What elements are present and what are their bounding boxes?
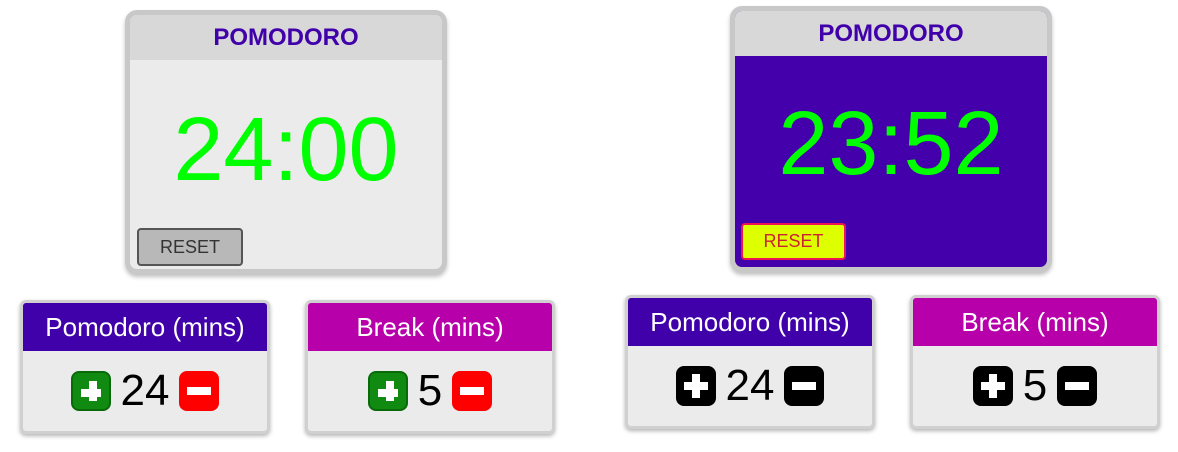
break-length-panel: Break (mins) 5	[910, 295, 1160, 429]
timer-display: 23:52	[778, 94, 1004, 194]
pomodoro-length-panel: Pomodoro (mins) 24	[625, 295, 875, 429]
timer-title: POMODORO	[130, 15, 442, 60]
minus-icon[interactable]	[784, 366, 825, 406]
break-length-panel: Break (mins) 5	[305, 300, 555, 434]
reset-button[interactable]: RESET	[137, 228, 243, 266]
plus-icon[interactable]	[367, 371, 408, 411]
break-length-label: Break (mins)	[913, 298, 1157, 346]
pomodoro-length-label: Pomodoro (mins)	[23, 303, 267, 351]
reset-button[interactable]: RESET	[741, 223, 846, 260]
minus-icon[interactable]	[1057, 366, 1098, 406]
pomodoro-timer-card: POMODORO 23:52 RESET	[730, 6, 1052, 272]
break-length-value: 5	[1022, 361, 1048, 410]
minus-icon[interactable]	[179, 371, 220, 411]
plus-icon[interactable]	[70, 371, 111, 411]
plus-icon[interactable]	[675, 366, 716, 406]
timer-title: POMODORO	[735, 11, 1047, 56]
pomodoro-timer-card: POMODORO 24:00 RESET	[125, 10, 447, 274]
minus-icon[interactable]	[452, 371, 493, 411]
pomodoro-length-value: 24	[120, 366, 170, 415]
break-length-value: 5	[417, 366, 443, 415]
plus-icon[interactable]	[972, 366, 1013, 406]
pomodoro-length-value: 24	[725, 361, 775, 410]
break-length-label: Break (mins)	[308, 303, 552, 351]
timer-display: 24:00	[173, 100, 399, 200]
pomodoro-length-label: Pomodoro (mins)	[628, 298, 872, 346]
pomodoro-length-panel: Pomodoro (mins) 24	[20, 300, 270, 434]
